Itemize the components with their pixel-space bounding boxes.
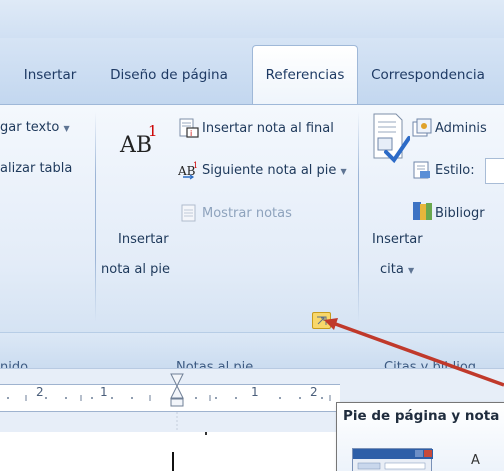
ruler-mark: 2 <box>310 385 318 399</box>
group-separator <box>95 112 96 322</box>
tab-referencias[interactable]: Referencias <box>252 55 358 95</box>
tooltip-body-line: A <box>471 453 480 468</box>
insertar-cita-label-2: cita <box>380 262 404 277</box>
text-cursor <box>172 452 174 471</box>
tooltip-title: Pie de página y nota al f <box>343 408 504 424</box>
tab-insertar[interactable]: Insertar <box>12 55 88 95</box>
document-page[interactable] <box>0 432 340 471</box>
show-notes-icon <box>180 204 198 222</box>
ruler-mark: 2 <box>36 385 44 399</box>
dialog-thumbnail-icon <box>352 448 433 471</box>
bibliography-icon <box>410 200 434 222</box>
siguiente-nota-label: Siguiente nota al pie <box>202 163 337 178</box>
agregar-texto-label: gar texto <box>0 120 60 135</box>
tab-correspondencia[interactable]: Correspondencia <box>366 55 490 95</box>
ruler-mark: 1 <box>251 385 259 399</box>
agregar-texto-button[interactable]: gar texto ▼ <box>0 120 70 135</box>
endnote-icon: i <box>178 118 200 138</box>
mostrar-notas-button[interactable]: Mostrar notas <box>202 206 292 221</box>
ruler-mark: 1 <box>100 385 108 399</box>
insertar-nota-final-button[interactable]: Insertar nota al final <box>202 121 334 136</box>
next-footnote-icon: AB 1 <box>177 160 200 180</box>
insertar-nota-pie-label-1[interactable]: Insertar <box>118 232 169 247</box>
chevron-down-icon: ▼ <box>407 266 415 275</box>
tab-diseno-de-pagina[interactable]: Diseño de página <box>104 55 234 95</box>
siguiente-nota-button[interactable]: Siguiente nota al pie ▼ <box>202 163 347 178</box>
insertar-cita-button[interactable]: cita ▼ <box>380 262 414 277</box>
svg-text:1: 1 <box>148 122 158 140</box>
notas-al-pie-dialog-launcher[interactable] <box>312 312 331 329</box>
document-mark <box>205 432 207 435</box>
insert-citation-icon <box>372 112 411 164</box>
style-icon <box>412 160 434 180</box>
estilo-label: Estilo: <box>435 163 475 178</box>
administrar-fuentes-button[interactable]: Adminis <box>435 121 487 136</box>
chevron-down-icon: ▼ <box>340 167 347 176</box>
svg-text:1: 1 <box>193 161 198 170</box>
chevron-down-icon: ▼ <box>63 124 70 133</box>
estilo-dropdown[interactable] <box>485 158 504 184</box>
actualizar-tabla-button[interactable]: alizar tabla <box>0 161 72 176</box>
insertar-cita-label-1[interactable]: Insertar <box>372 232 423 247</box>
word-window: Insertar Diseño de página Referencias Co… <box>0 0 504 471</box>
bibliografia-button[interactable]: Bibliogr <box>435 206 485 221</box>
svg-text:i: i <box>190 129 192 138</box>
tooltip-body: A al <box>471 452 483 471</box>
dialog-launcher-icon <box>317 316 327 325</box>
manage-sources-icon <box>412 118 434 138</box>
insertar-nota-pie-label-2[interactable]: nota al pie <box>101 262 170 277</box>
indent-marker-icon[interactable] <box>170 372 184 432</box>
footnote-ab1-icon: AB 1 <box>118 116 162 166</box>
group-separator <box>358 112 359 322</box>
